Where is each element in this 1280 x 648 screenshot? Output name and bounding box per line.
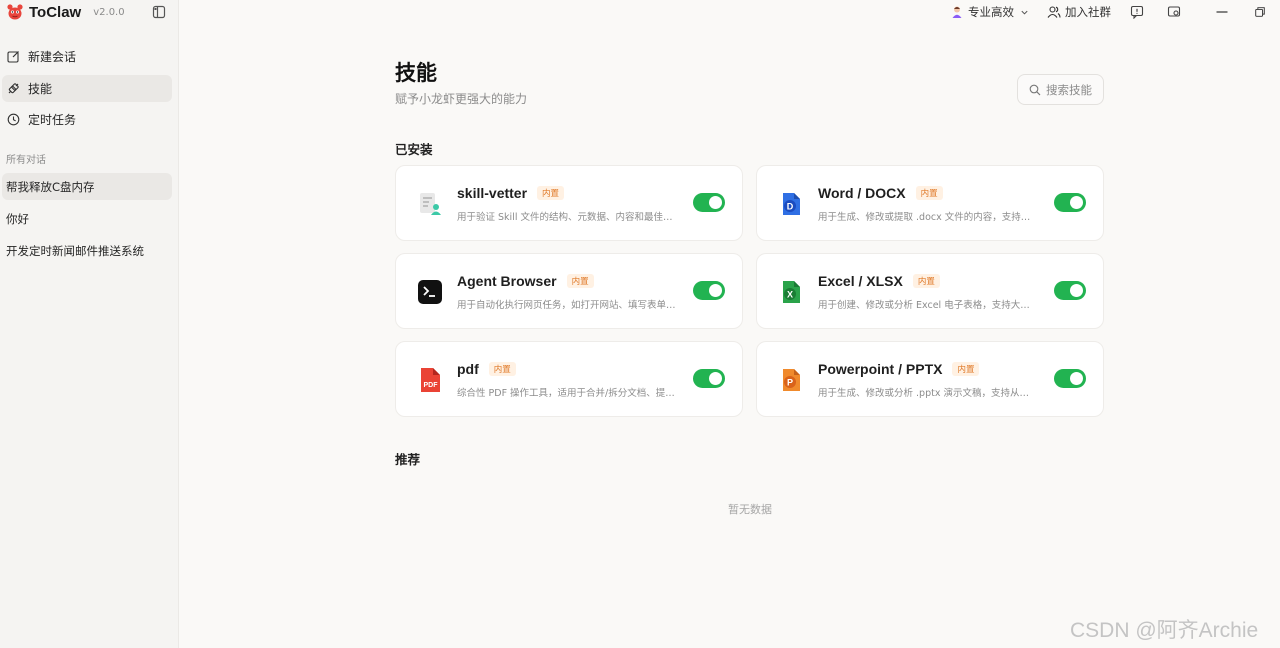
skill-toggle[interactable] bbox=[693, 281, 725, 300]
skill-description: 用于创建、修改或分析 Excel 电子表格，支持大规模数据 bbox=[818, 300, 1038, 311]
skill-name: Agent Browser bbox=[457, 273, 557, 289]
skill-toggle[interactable] bbox=[1054, 369, 1086, 388]
svg-text:PDF: PDF bbox=[424, 382, 439, 389]
excel-icon: X bbox=[777, 278, 805, 306]
minimize-icon[interactable] bbox=[1214, 4, 1230, 20]
skill-search-input[interactable]: 搜索技能 bbox=[1017, 74, 1104, 105]
brand: ToClaw v2.0.0 bbox=[6, 2, 125, 22]
skill-name: pdf bbox=[457, 361, 479, 377]
restore-icon[interactable] bbox=[1252, 4, 1268, 20]
nav-skills-label: 技能 bbox=[28, 82, 53, 96]
screenshot-icon[interactable] bbox=[1166, 4, 1182, 20]
svg-text:D: D bbox=[787, 202, 794, 212]
svg-text:P: P bbox=[787, 378, 793, 388]
skill-name: Excel / XLSX bbox=[818, 273, 903, 289]
skill-description: 用于生成、修改或提取 .docx 文件的内容，支持从头创建 bbox=[818, 212, 1038, 223]
nav-new-chat[interactable]: 新建会话 bbox=[2, 43, 172, 70]
builtin-badge: 内置 bbox=[566, 274, 594, 288]
skill-toggle[interactable] bbox=[693, 193, 725, 212]
mode-label: 专业高效 bbox=[968, 5, 1014, 19]
nav-scheduled-tasks[interactable]: 定时任务 bbox=[2, 106, 172, 133]
clock-icon bbox=[7, 113, 20, 126]
skill-description: 用于自动化执行网页任务，如打开网站、填写表单、点击按钮 bbox=[457, 300, 677, 311]
builtin-badge: 内置 bbox=[952, 362, 980, 376]
watermark: CSDN @阿齐Archie bbox=[1070, 619, 1259, 642]
nav-scheduled-tasks-label: 定时任务 bbox=[28, 113, 77, 127]
skill-description: 用于验证 Skill 文件的结构、元数据、内容和最佳实践 bbox=[457, 212, 677, 223]
crayfish-logo-icon bbox=[7, 4, 23, 20]
terminal-icon bbox=[416, 278, 444, 306]
builtin-badge: 内置 bbox=[537, 186, 565, 200]
conversation-item[interactable]: 你好 bbox=[2, 205, 172, 232]
conversations-section-title: 所有对话 bbox=[6, 155, 46, 166]
builtin-badge: 内置 bbox=[915, 186, 943, 200]
skill-card[interactable]: X Excel / XLSX 内置 用于创建、修改或分析 Excel 电子表格，… bbox=[756, 253, 1104, 329]
skill-name: skill-vetter bbox=[457, 185, 528, 201]
search-placeholder: 搜索技能 bbox=[1046, 82, 1092, 97]
skill-name: Powerpoint / PPTX bbox=[818, 361, 943, 377]
svg-text:X: X bbox=[787, 290, 793, 300]
nav-skills[interactable]: 技能 bbox=[2, 75, 172, 102]
chevron-down-icon bbox=[1020, 8, 1029, 17]
search-icon bbox=[1029, 84, 1041, 96]
edit-icon bbox=[7, 50, 20, 63]
skill-description: 用于生成、修改或分析 .pptx 演示文稿，支持从头构建 bbox=[818, 388, 1038, 399]
skill-toggle[interactable] bbox=[1054, 281, 1086, 300]
nav-new-chat-label: 新建会话 bbox=[28, 50, 77, 64]
mode-selector[interactable]: 专业高效 bbox=[950, 4, 1029, 20]
builtin-badge: 内置 bbox=[912, 274, 940, 288]
pdf-icon: PDF bbox=[416, 366, 444, 394]
skill-card[interactable]: PDF pdf 内置 综合性 PDF 操作工具，适用于合并/拆分文档、提取文本 bbox=[395, 341, 743, 417]
avatar-icon bbox=[950, 5, 964, 19]
installed-section-title: 已安装 bbox=[395, 142, 433, 157]
builtin-badge: 内置 bbox=[488, 362, 516, 376]
conversation-item[interactable]: 开发定时新闻邮件推送系统 bbox=[2, 237, 172, 264]
ppt-icon: P bbox=[777, 366, 805, 394]
app-version: v2.0.0 bbox=[93, 6, 125, 18]
join-community-label: 加入社群 bbox=[1065, 5, 1111, 19]
skill-card[interactable]: P Powerpoint / PPTX 内置 用于生成、修改或分析 .pptx … bbox=[756, 341, 1104, 417]
skill-toggle[interactable] bbox=[1054, 193, 1086, 212]
plug-icon bbox=[7, 82, 20, 95]
empty-state-text: 暂无数据 bbox=[728, 503, 772, 516]
skill-vetter-icon bbox=[416, 190, 444, 218]
sidebar: ToClaw v2.0.0 新建会话 技能 定时任务 所有对话 帮我释放C盘内存… bbox=[0, 0, 179, 648]
skill-card[interactable]: D Word / DOCX 内置 用于生成、修改或提取 .docx 文件的内容，… bbox=[756, 165, 1104, 241]
conversation-item[interactable]: 帮我释放C盘内存 bbox=[2, 173, 172, 200]
app-name: ToClaw bbox=[29, 3, 82, 21]
users-icon bbox=[1047, 5, 1061, 19]
word-icon: D bbox=[777, 190, 805, 218]
skill-card[interactable]: skill-vetter 内置 用于验证 Skill 文件的结构、元数据、内容和… bbox=[395, 165, 743, 241]
skill-card[interactable]: Agent Browser 内置 用于自动化执行网页任务，如打开网站、填写表单、… bbox=[395, 253, 743, 329]
skill-description: 综合性 PDF 操作工具，适用于合并/拆分文档、提取文本 bbox=[457, 388, 677, 399]
sidebar-collapse-icon[interactable] bbox=[152, 5, 166, 19]
recommended-section-title: 推荐 bbox=[395, 452, 421, 467]
page-subtitle: 赋予小龙虾更强大的能力 bbox=[395, 92, 528, 106]
skill-name: Word / DOCX bbox=[818, 185, 906, 201]
feedback-icon[interactable] bbox=[1129, 4, 1145, 20]
skill-toggle[interactable] bbox=[693, 369, 725, 388]
page-title: 技能 bbox=[395, 61, 437, 85]
join-community-button[interactable]: 加入社群 bbox=[1047, 4, 1111, 20]
